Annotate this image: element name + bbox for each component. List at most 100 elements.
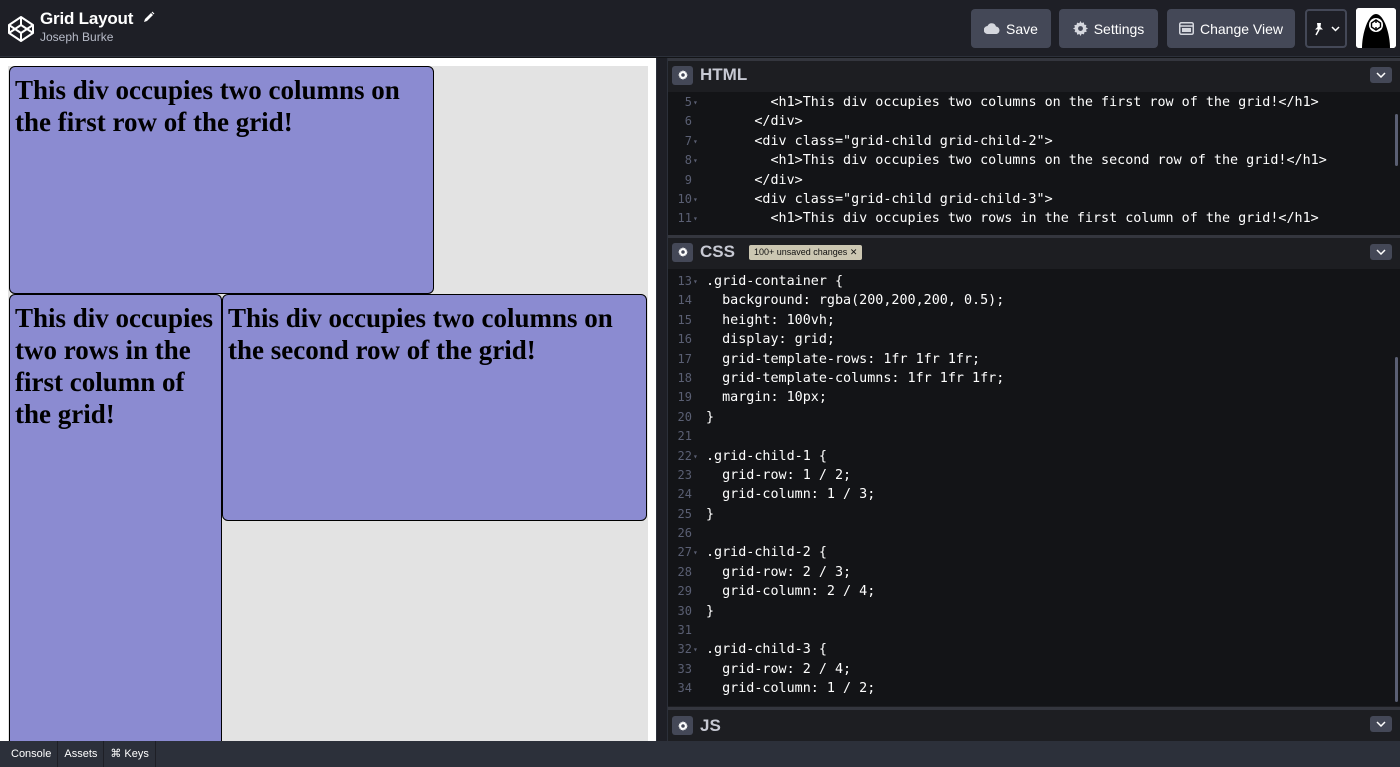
- line-number: 20: [677, 409, 692, 424]
- keys-button[interactable]: ⌘ Keys: [104, 741, 156, 767]
- change-view-button[interactable]: Change View: [1167, 9, 1295, 48]
- code-line: 16 display: grid;: [668, 330, 1400, 349]
- line-number: 13: [677, 274, 692, 288]
- code-text: }: [706, 506, 715, 522]
- edit-pencil-icon[interactable]: [143, 11, 155, 23]
- grid-child-1-heading: This div occupies two columns on the fir…: [15, 75, 400, 137]
- line-number: 24: [677, 487, 692, 502]
- code-text: grid-row: 1 / 2;: [706, 467, 852, 483]
- grid-child-3: This div occupies two rows in the first …: [9, 294, 222, 741]
- code-text: </div>: [706, 172, 803, 188]
- code-line: 30}: [668, 602, 1400, 621]
- fold-arrow-icon[interactable]: ▾: [693, 447, 698, 466]
- pin-icon: [1314, 22, 1323, 35]
- fold-arrow-icon[interactable]: ▾: [693, 151, 698, 170]
- fold-arrow-icon[interactable]: ▾: [693, 132, 698, 151]
- code-text: }: [706, 603, 715, 619]
- result-preview-pane: This div occupies two columns on the fir…: [0, 58, 656, 741]
- css-scrollbar[interactable]: [1395, 357, 1398, 702]
- code-text: .grid-container {: [706, 274, 844, 289]
- code-line: 25}: [668, 505, 1400, 524]
- line-number: 8: [684, 153, 692, 168]
- code-text: display: grid;: [706, 332, 835, 348]
- close-icon[interactable]: ✕: [850, 247, 858, 257]
- fold-arrow-icon[interactable]: ▾: [693, 543, 698, 562]
- code-text: grid-column: 1 / 2;: [706, 681, 876, 697]
- unsaved-changes-badge[interactable]: 100+ unsaved changes ✕: [748, 244, 863, 260]
- settings-label: Settings: [1093, 20, 1145, 37]
- pin-menu-button[interactable]: [1305, 9, 1347, 48]
- fold-arrow-icon[interactable]: ▾: [693, 209, 698, 228]
- line-number: 6: [684, 114, 692, 129]
- code-text: <h1>This div occupies two columns on the…: [706, 95, 1319, 110]
- code-line: 23 grid-row: 1 / 2;: [668, 466, 1400, 485]
- code-line: 5 ▾ <h1>This div occupies two columns on …: [668, 93, 1400, 112]
- line-number: 16: [677, 332, 692, 347]
- css-settings-button[interactable]: [672, 242, 693, 262]
- code-line: 21: [668, 427, 1400, 446]
- line-number: 23: [677, 467, 692, 482]
- grid-child-3-heading: This div occupies two rows in the first …: [15, 303, 214, 429]
- code-text: grid-template-rows: 1fr 1fr 1fr;: [706, 351, 981, 367]
- line-number: 29: [677, 584, 692, 599]
- fold-arrow-icon[interactable]: ▾: [693, 272, 698, 291]
- code-text: grid-column: 1 / 3;: [706, 487, 876, 503]
- settings-button[interactable]: Settings: [1059, 9, 1158, 48]
- line-number: 25: [677, 506, 692, 521]
- code-line: 32 ▾ .grid-child-3 {: [668, 640, 1400, 659]
- html-settings-button[interactable]: [672, 65, 693, 85]
- js-editor-header: JS: [668, 707, 1400, 741]
- line-number: 26: [677, 526, 692, 541]
- gear-icon: [677, 720, 688, 731]
- js-settings-button[interactable]: [672, 716, 693, 735]
- editors-pane: HTML 5 ▾ <h1>This div occupies two column…: [668, 58, 1400, 741]
- html-collapse-button[interactable]: [1370, 67, 1392, 83]
- css-code-area[interactable]: 13 ▾ .grid-container {14 background: rgba(…: [668, 269, 1400, 706]
- assets-button[interactable]: Assets: [58, 741, 105, 767]
- code-line: 15 height: 100vh;: [668, 311, 1400, 330]
- code-text: grid-row: 2 / 3;: [706, 564, 852, 580]
- css-collapse-button[interactable]: [1370, 244, 1392, 260]
- save-label: Save: [1006, 20, 1038, 37]
- line-number: 34: [677, 681, 692, 696]
- line-number: 14: [677, 293, 692, 308]
- resize-gutter[interactable]: [656, 58, 668, 741]
- line-number: 33: [677, 661, 692, 676]
- fold-arrow-icon[interactable]: ▾: [693, 640, 698, 659]
- bottom-bar: Console Assets ⌘ Keys: [0, 741, 1400, 767]
- js-collapse-button[interactable]: [1370, 716, 1392, 732]
- code-text: grid-column: 2 / 4;: [706, 584, 876, 600]
- line-number: 28: [677, 564, 692, 579]
- code-text: margin: 10px;: [706, 390, 827, 406]
- line-number: 31: [677, 623, 692, 638]
- code-text: }: [706, 409, 715, 425]
- line-number: 15: [677, 312, 692, 327]
- grid-child-2-heading: This div occupies two columns on the sec…: [228, 303, 613, 365]
- code-line: 19 margin: 10px;: [668, 388, 1400, 407]
- pen-title[interactable]: Grid Layout: [40, 9, 133, 28]
- change-view-label: Change View: [1199, 20, 1284, 37]
- codepen-logo-icon[interactable]: [7, 15, 35, 43]
- html-scrollbar[interactable]: [1395, 114, 1398, 166]
- fold-arrow-icon[interactable]: ▾: [693, 190, 698, 209]
- grid-child-2: This div occupies two columns on the sec…: [222, 294, 647, 521]
- author-name[interactable]: Joseph Burke: [40, 30, 155, 44]
- save-button[interactable]: Save: [971, 9, 1051, 48]
- code-line: 29 grid-column: 2 / 4;: [668, 582, 1400, 601]
- fold-arrow-icon[interactable]: ▾: [693, 93, 698, 112]
- chevron-down-icon: [1376, 72, 1386, 78]
- code-text: grid-row: 2 / 4;: [706, 661, 852, 677]
- code-text: background: rgba(200,200,200, 0.5);: [706, 293, 1005, 309]
- console-button[interactable]: Console: [0, 741, 59, 767]
- code-line: 17 grid-template-rows: 1fr 1fr 1fr;: [668, 350, 1400, 369]
- html-editor-title: HTML: [700, 65, 748, 84]
- top-bar: Grid Layout Joseph Burke Save Settings C…: [0, 0, 1400, 57]
- code-line: 33 grid-row: 2 / 4;: [668, 660, 1400, 679]
- code-text: <div class="grid-child grid-child-3">: [706, 191, 1053, 207]
- code-line: 34 grid-column: 1 / 2;: [668, 679, 1400, 698]
- user-avatar[interactable]: [1356, 8, 1396, 48]
- html-code-area[interactable]: 5 ▾ <h1>This div occupies two columns on …: [668, 92, 1400, 235]
- layout-window-icon: [1178, 22, 1194, 35]
- code-text: .grid-child-2 {: [706, 545, 827, 561]
- line-number: 18: [677, 370, 692, 385]
